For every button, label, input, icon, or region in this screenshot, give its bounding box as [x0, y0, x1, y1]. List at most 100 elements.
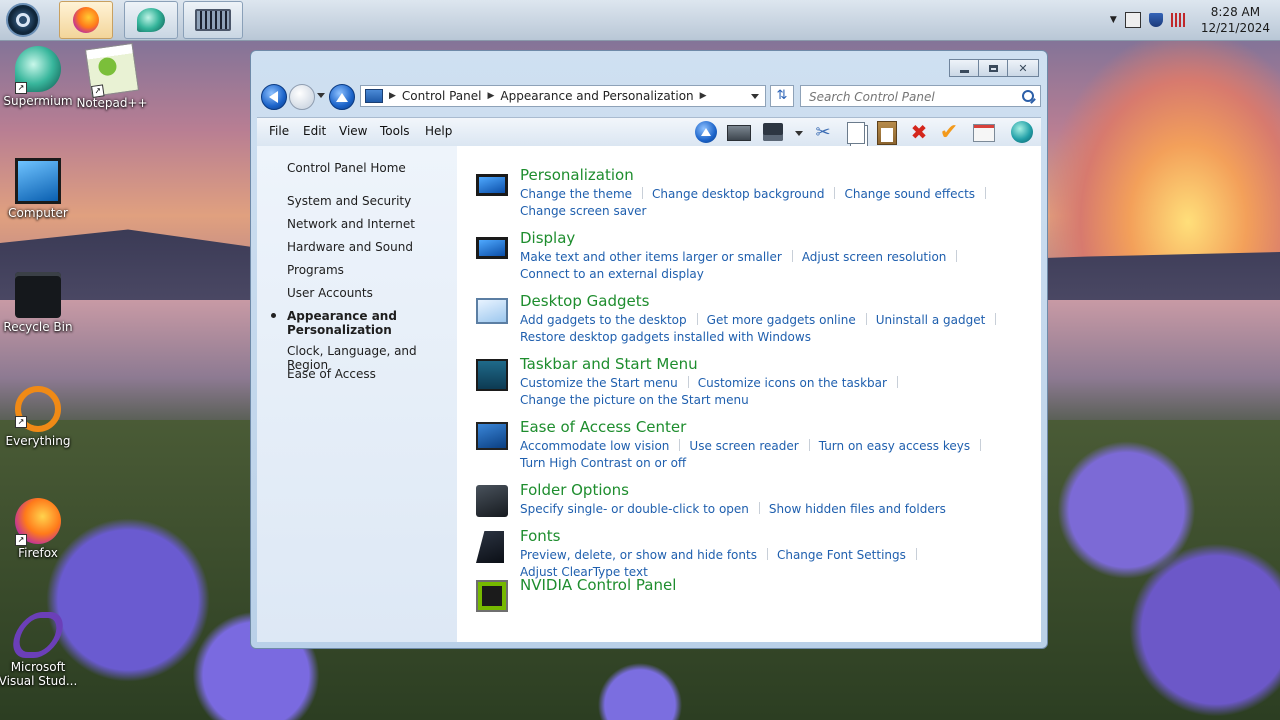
nav-appearance-and-personalization[interactable]: Appearance and Personalization — [287, 309, 407, 337]
category-title[interactable]: Desktop Gadgets — [520, 292, 649, 310]
desktop-icon-notepadpp[interactable]: ↗ Notepad++ — [72, 42, 152, 110]
link[interactable]: Change Font Settings — [777, 548, 906, 562]
link[interactable]: Preview, delete, or show and hide fonts — [520, 548, 757, 562]
link[interactable]: Change desktop background — [652, 187, 824, 201]
desktop-icon-visual-studio[interactable]: Microsoft Visual Stud... — [0, 612, 78, 688]
chevron-right-icon[interactable]: ▶ — [488, 91, 495, 101]
nav-user-accounts[interactable]: User Accounts — [287, 286, 373, 300]
firefox-icon — [73, 7, 99, 33]
link[interactable]: Change screen saver — [520, 204, 647, 218]
network-icon[interactable] — [1170, 13, 1185, 27]
menu-tools[interactable]: Tools — [380, 124, 410, 138]
nav-system-and-security[interactable]: System and Security — [287, 194, 411, 208]
start-button[interactable] — [6, 3, 40, 37]
link[interactable]: Add gadgets to the desktop — [520, 313, 687, 327]
nvidia-icon[interactable] — [476, 580, 508, 612]
up-folder-icon[interactable] — [695, 121, 717, 143]
shield-icon[interactable] — [1148, 13, 1163, 27]
breadcrumb-appearance[interactable]: Appearance and Personalization — [500, 89, 693, 103]
printer-icon[interactable] — [763, 123, 783, 141]
paste-icon[interactable] — [877, 121, 897, 145]
link[interactable]: Make text and other items larger or smal… — [520, 250, 782, 264]
clock[interactable]: 8:28 AM 12/21/2024 — [1201, 4, 1270, 36]
copy-icon[interactable] — [847, 122, 865, 144]
breadcrumb-control-panel[interactable]: Control Panel — [402, 89, 482, 103]
menu-help[interactable]: Help — [425, 124, 452, 138]
tray-expand-icon[interactable]: ▼ — [1110, 15, 1117, 25]
nav-ease-of-access[interactable]: Ease of Access — [287, 367, 376, 381]
recent-pages-dropdown[interactable] — [317, 93, 325, 98]
category-title[interactable]: Display — [520, 229, 575, 247]
chevron-right-icon[interactable]: ▶ — [389, 91, 396, 101]
nav-control-panel-home[interactable]: Control Panel Home — [287, 161, 406, 175]
taskbar-keyboard[interactable] — [183, 1, 243, 39]
menu-view[interactable]: View — [339, 124, 367, 138]
back-button[interactable] — [261, 84, 287, 110]
desktop-icon-supermium[interactable]: ↗ Supermium — [0, 46, 78, 108]
chevron-right-icon[interactable]: ▶ — [700, 91, 707, 101]
desktop-icon-firefox[interactable]: ↗ Firefox — [0, 498, 78, 560]
up-button[interactable] — [329, 84, 355, 110]
category-title[interactable]: Folder Options — [520, 481, 629, 499]
link[interactable]: Use screen reader — [689, 439, 798, 453]
taskbar-firefox[interactable] — [59, 1, 113, 39]
minimize-button[interactable] — [949, 59, 979, 77]
cut-icon[interactable] — [811, 120, 835, 144]
link[interactable]: Show hidden files and folders — [769, 502, 946, 516]
link[interactable]: Turn High Contrast on or off — [520, 456, 686, 470]
ease-of-access-icon[interactable] — [476, 422, 508, 450]
close-button[interactable] — [1007, 59, 1039, 77]
category-title[interactable]: Personalization — [520, 166, 634, 184]
taskbar-icon[interactable] — [476, 359, 508, 391]
link[interactable]: Change sound effects — [844, 187, 975, 201]
menu-edit[interactable]: Edit — [303, 124, 326, 138]
forward-button[interactable] — [289, 84, 315, 110]
display-icon[interactable] — [476, 237, 508, 259]
supermium-icon: ↗ — [15, 46, 61, 94]
drive-icon[interactable] — [727, 125, 751, 141]
link[interactable]: Turn on easy access keys — [819, 439, 970, 453]
nav-network-and-internet[interactable]: Network and Internet — [287, 217, 415, 231]
address-dropdown[interactable] — [751, 94, 759, 99]
globe-icon[interactable] — [1011, 121, 1033, 143]
nav-programs[interactable]: Programs — [287, 263, 344, 277]
address-bar[interactable]: ▶ Control Panel ▶ Appearance and Persona… — [360, 85, 766, 107]
desktop-icon-everything[interactable]: ↗ Everything — [0, 386, 78, 448]
link-separator — [679, 439, 681, 451]
link[interactable]: Adjust screen resolution — [802, 250, 947, 264]
delete-icon[interactable] — [907, 120, 931, 144]
link[interactable]: Uninstall a gadget — [876, 313, 986, 327]
gadgets-icon[interactable] — [476, 298, 508, 324]
link[interactable]: Customize the Start menu — [520, 376, 678, 390]
link[interactable]: Get more gadgets online — [707, 313, 856, 327]
search-input[interactable] — [807, 87, 1016, 107]
link-separator — [834, 187, 836, 199]
search-icon[interactable] — [1022, 90, 1034, 102]
menu-file[interactable]: File — [269, 124, 289, 138]
taskbar-supermium[interactable] — [124, 1, 178, 39]
category-title[interactable]: Fonts — [520, 527, 560, 545]
action-center-icon[interactable] — [1124, 12, 1141, 28]
fonts-icon[interactable] — [476, 531, 504, 563]
link-separator — [995, 313, 997, 325]
link[interactable]: Change the theme — [520, 187, 632, 201]
maximize-button[interactable] — [978, 59, 1008, 77]
link[interactable]: Specify single- or double-click to open — [520, 502, 749, 516]
category-title[interactable]: Ease of Access Center — [520, 418, 686, 436]
folder-options-icon[interactable] — [476, 485, 508, 517]
link[interactable]: Accommodate low vision — [520, 439, 669, 453]
refresh-button[interactable]: ⇅ — [770, 85, 794, 107]
link[interactable]: Restore desktop gadgets installed with W… — [520, 330, 811, 344]
link[interactable]: Change the picture on the Start menu — [520, 393, 749, 407]
desktop-icon-recycle-bin[interactable]: Recycle Bin — [0, 272, 78, 334]
properties-icon[interactable] — [973, 124, 995, 142]
category-title[interactable]: Taskbar and Start Menu — [520, 355, 698, 373]
monitor-icon[interactable] — [476, 174, 508, 196]
nav-hardware-and-sound[interactable]: Hardware and Sound — [287, 240, 413, 254]
printer-dropdown-icon[interactable] — [795, 131, 803, 136]
category-title[interactable]: NVIDIA Control Panel — [520, 576, 676, 594]
desktop-icon-computer[interactable]: Computer — [0, 158, 78, 220]
checkmark-icon[interactable] — [937, 120, 961, 144]
link[interactable]: Customize icons on the taskbar — [698, 376, 887, 390]
link[interactable]: Connect to an external display — [520, 267, 704, 281]
